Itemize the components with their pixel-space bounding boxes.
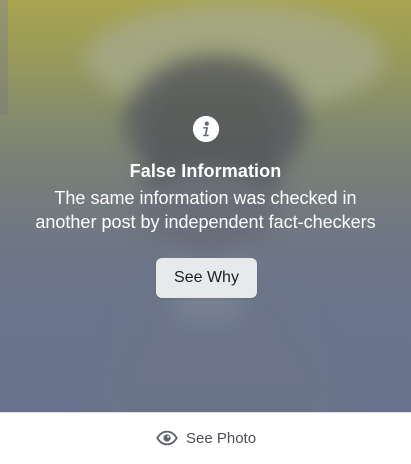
warning-message: The same information was checked in anot… xyxy=(10,186,401,234)
warning-message-line-1: The same information was checked in xyxy=(54,188,357,208)
warning-title: False Information xyxy=(129,161,282,181)
blurred-photo: False Information The same information w… xyxy=(0,0,411,412)
eye-icon xyxy=(156,430,178,446)
footer-bar: See Photo xyxy=(0,412,411,464)
see-photo-label: See Photo xyxy=(186,429,257,447)
info-icon xyxy=(193,116,219,142)
warning-message-line-2: another post by independent fact-checker… xyxy=(35,212,376,232)
see-photo-button[interactable]: See Photo xyxy=(156,427,256,449)
warning-overlay: False Information The same information w… xyxy=(0,0,411,412)
see-why-button[interactable]: See Why xyxy=(156,258,257,298)
fact-check-card: False Information The same information w… xyxy=(0,0,411,464)
